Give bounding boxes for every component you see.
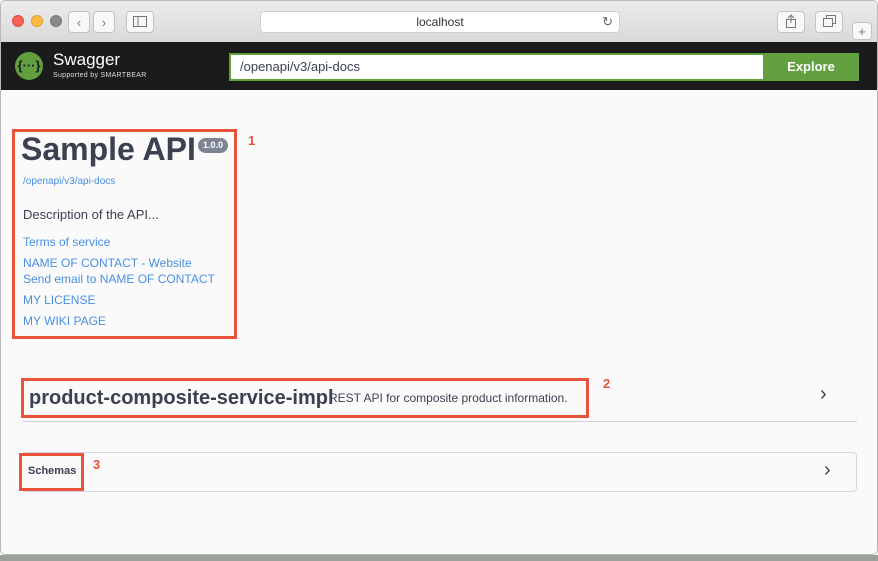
browser-window: ‹ › localhost ↻ + {···} Swagger Supporte… (0, 0, 878, 555)
explore-button[interactable]: Explore (763, 53, 859, 81)
chevron-right-icon[interactable]: › (824, 459, 831, 482)
share-icon (785, 13, 797, 31)
address-text: localhost (416, 15, 464, 29)
annotation-number-3: 3 (93, 457, 101, 472)
new-tab-button[interactable]: + (852, 22, 872, 40)
tag-divider (23, 421, 857, 422)
zoom-window-button[interactable] (50, 15, 62, 27)
swagger-topbar: {···} Swagger Supported by SMARTBEAR /op… (1, 42, 877, 90)
share-button[interactable] (777, 11, 805, 33)
chevron-right-icon: › (101, 14, 107, 30)
swagger-logo-subtitle: Supported by SMARTBEAR (53, 72, 147, 79)
sidebar-icon (133, 15, 147, 30)
title-bar: ‹ › localhost ↻ + (1, 1, 877, 43)
annotation-number-1: 1 (248, 133, 256, 148)
tabs-icon (822, 14, 836, 30)
chevron-right-icon[interactable]: › (820, 383, 827, 406)
reload-icon[interactable]: ↻ (602, 12, 613, 32)
highlight-box-schemas (19, 453, 84, 491)
close-window-button[interactable] (12, 15, 24, 27)
sidebar-button[interactable] (126, 11, 154, 33)
chevron-left-icon: ‹ (76, 14, 82, 30)
window-bottom-shadow (0, 555, 878, 561)
minimize-window-button[interactable] (31, 15, 43, 27)
explore-url-input[interactable]: /openapi/v3/api-docs (229, 53, 763, 81)
back-button[interactable]: ‹ (68, 11, 90, 33)
annotation-number-2: 2 (603, 376, 611, 391)
forward-button[interactable]: › (93, 11, 115, 33)
swagger-logo-icon: {···} (15, 52, 43, 80)
highlight-box-info (12, 129, 237, 339)
address-bar[interactable]: localhost ↻ (260, 11, 620, 33)
swagger-logo-title: Swagger (53, 50, 121, 69)
schemas-section[interactable] (21, 452, 857, 492)
highlight-box-tag (21, 378, 589, 418)
plus-icon: + (858, 23, 866, 39)
tabs-button[interactable] (815, 11, 843, 33)
